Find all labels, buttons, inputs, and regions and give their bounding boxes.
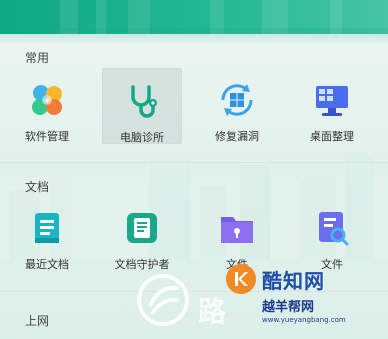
watermark-faded-text: 路 xyxy=(198,295,229,328)
tile-desktop-organize[interactable]: 桌面整理 xyxy=(292,68,372,144)
windows-repair-icon xyxy=(217,80,257,120)
section-title-common: 常用 xyxy=(25,51,50,65)
tile-label: 软件管理 xyxy=(25,130,69,143)
watermark-site-name: 越羊帮网 xyxy=(262,300,315,315)
watermark-swirl-logo xyxy=(137,274,189,326)
recent-documents-icon xyxy=(27,208,67,248)
watermark-logo-text: 酷知网 xyxy=(262,268,325,293)
tile-label: 最近文档 xyxy=(25,258,69,271)
tile-locked-folder[interactable]: 文件 xyxy=(197,196,277,272)
tile-software-manager[interactable]: 软件管理 xyxy=(7,68,87,144)
document-guardian-icon xyxy=(122,208,162,248)
tile-pc-clinic[interactable]: 电脑诊所 xyxy=(102,68,182,144)
locked-folder-icon xyxy=(217,208,257,248)
section-title-documents: 文档 xyxy=(25,180,50,194)
stethoscope-icon xyxy=(122,81,162,121)
file-search-icon xyxy=(312,208,352,248)
section-divider xyxy=(0,162,388,163)
tile-document-guardian[interactable]: 文档守护者 xyxy=(102,196,182,272)
software-manager-icon xyxy=(27,80,67,120)
tile-label: 电脑诊所 xyxy=(120,131,164,144)
watermark-logo: 酷知网 xyxy=(226,262,358,296)
tile-label: 桌面整理 xyxy=(310,130,354,143)
tile-file-search[interactable]: 文件 xyxy=(292,196,372,272)
header-fade xyxy=(0,28,388,44)
tile-recent-documents[interactable]: 最近文档 xyxy=(7,196,87,272)
desktop-organize-icon xyxy=(312,80,352,120)
watermark-site: 越羊帮网 www.yueyangbang.com xyxy=(262,296,346,324)
watermark-k-icon xyxy=(226,264,256,294)
toolbox-panel: 常用 软件管理 电脑诊所 修复漏洞 桌面整理 文档 最近文档 文档守护者 文件 … xyxy=(0,0,388,339)
tile-label: 修复漏洞 xyxy=(215,130,259,143)
watermark-site-url: www.yueyangbang.com xyxy=(262,316,346,324)
section-title-internet: 上网 xyxy=(25,314,50,328)
tile-repair-vulnerability[interactable]: 修复漏洞 xyxy=(197,68,277,144)
